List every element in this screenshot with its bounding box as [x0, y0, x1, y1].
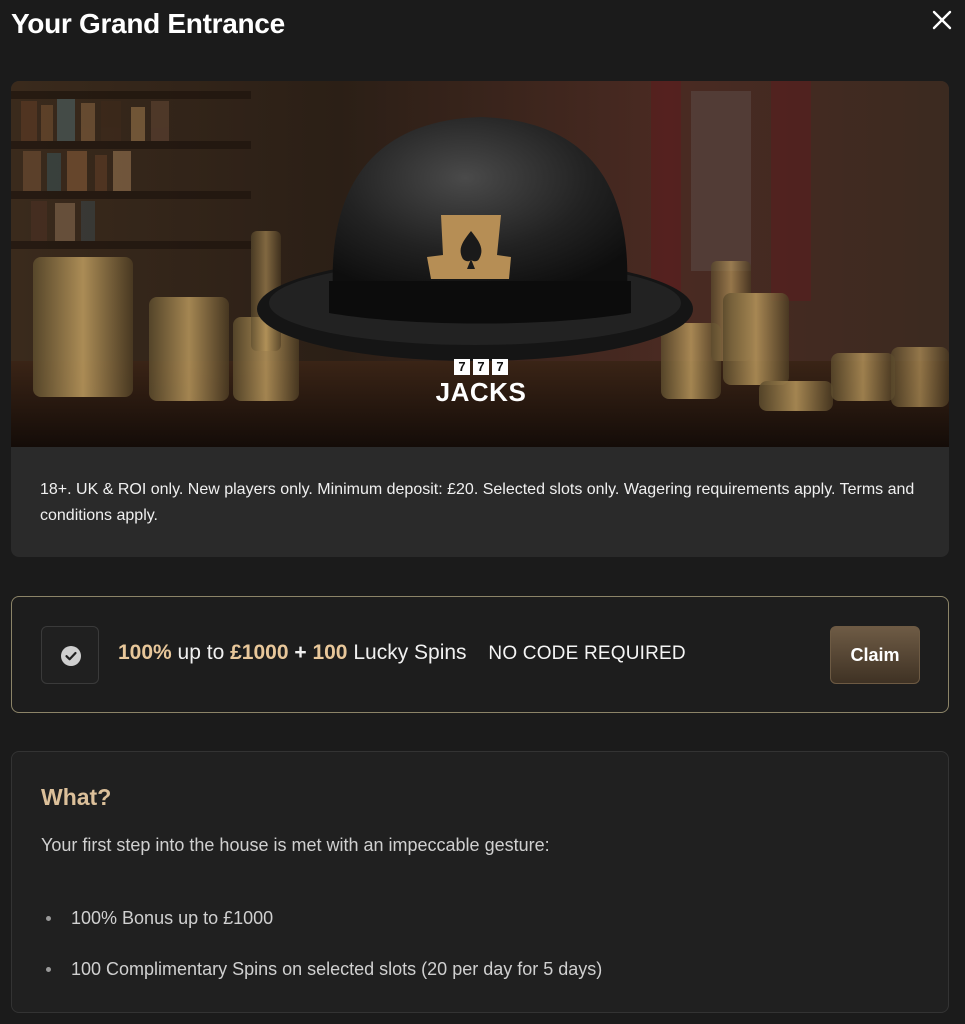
modal-title: Your Grand Entrance: [11, 8, 285, 39]
check-circle-icon: [61, 646, 81, 666]
brand-logo: 7 7 7 JACKS: [431, 359, 531, 408]
logo-digit: 7: [473, 359, 489, 375]
what-list: 100% Bonus up to £1000 100 Complimentary…: [41, 908, 602, 1010]
bullet-icon: [46, 967, 51, 972]
offer-row: 100% up to £1000 + 100 Lucky Spins NO CO…: [11, 596, 949, 713]
offer-plus: +: [288, 641, 313, 664]
close-button[interactable]: [928, 6, 956, 34]
offer-up-to: up to: [171, 641, 231, 664]
list-item: 100% Bonus up to £1000: [41, 908, 602, 959]
terms-disclaimer: 18+. UK & ROI only. New players only. Mi…: [40, 481, 915, 524]
offer-spins-count: 100: [312, 641, 348, 664]
offer-percent: 100%: [118, 641, 172, 664]
offer-spins-label: Lucky Spins: [347, 641, 467, 664]
what-section: What? Your first step into the house is …: [11, 751, 949, 1013]
promo-hero-card: 7 7 7 JACKS 18+. UK & ROI only. New play…: [11, 81, 949, 557]
list-item-text: 100% Bonus up to £1000: [71, 908, 274, 928]
what-intro: Your first step into the house is met wi…: [41, 835, 550, 855]
offer-checkbox[interactable]: [41, 626, 99, 684]
logo-digit: 7: [454, 359, 470, 375]
claim-button[interactable]: Claim: [830, 626, 920, 684]
what-heading: What?: [41, 784, 112, 810]
bullet-icon: [46, 916, 51, 921]
offer-headline: 100% up to £1000 + 100 Lucky Spins NO CO…: [118, 641, 686, 665]
offer-amount: £1000: [230, 641, 289, 664]
close-icon: [932, 10, 952, 30]
list-item-text: 100 Complimentary Spins on selected slot…: [71, 959, 603, 979]
list-item: 100 Complimentary Spins on selected slot…: [41, 959, 602, 1010]
no-code-label: NO CODE REQUIRED: [488, 643, 686, 664]
bowler-hat-image: 7 7 7 JACKS: [11, 81, 949, 447]
logo-word: JACKS: [435, 377, 527, 407]
logo-digit: 7: [492, 359, 508, 375]
